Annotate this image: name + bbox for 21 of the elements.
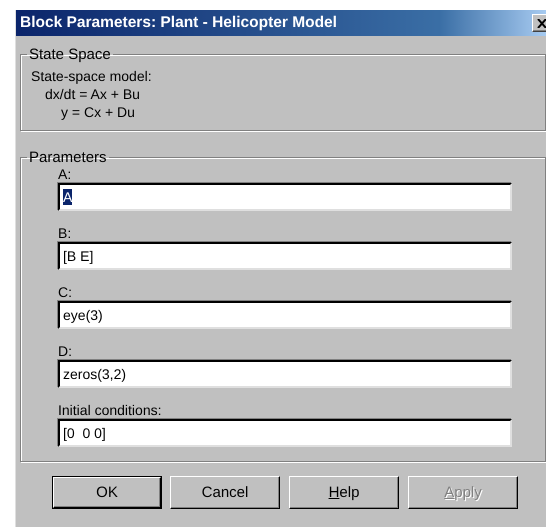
- input-field[interactable]: [0 0 0]: [58, 419, 512, 447]
- window-title: Block Parameters: Plant - Helicopter Model: [20, 14, 337, 32]
- input-field[interactable]: A: [58, 183, 512, 211]
- input-field[interactable]: zeros(3,2): [58, 360, 512, 388]
- dialog-button[interactable]: Help: [289, 476, 399, 509]
- dialog-button[interactable]: OK: [53, 477, 161, 508]
- field-label: Initial conditions:: [58, 402, 162, 419]
- group-legend: State Space: [27, 46, 113, 63]
- model-text: State-space model:: [31, 67, 152, 85]
- group-legend: Parameters: [27, 149, 109, 166]
- close-button[interactable]: [532, 14, 546, 32]
- field-label: D:: [58, 343, 72, 360]
- model-text: dx/dt = Ax + Bu: [44, 85, 140, 103]
- close-icon: [537, 18, 546, 28]
- dialog-button[interactable]: Cancel: [170, 476, 280, 509]
- model-text: y = Cx + Du: [60, 103, 135, 121]
- field-label: C:: [58, 284, 72, 301]
- input-field[interactable]: eye(3): [58, 301, 512, 329]
- field-label: B:: [58, 225, 72, 242]
- field-label: A:: [58, 166, 72, 183]
- input-field[interactable]: [B E]: [58, 242, 512, 270]
